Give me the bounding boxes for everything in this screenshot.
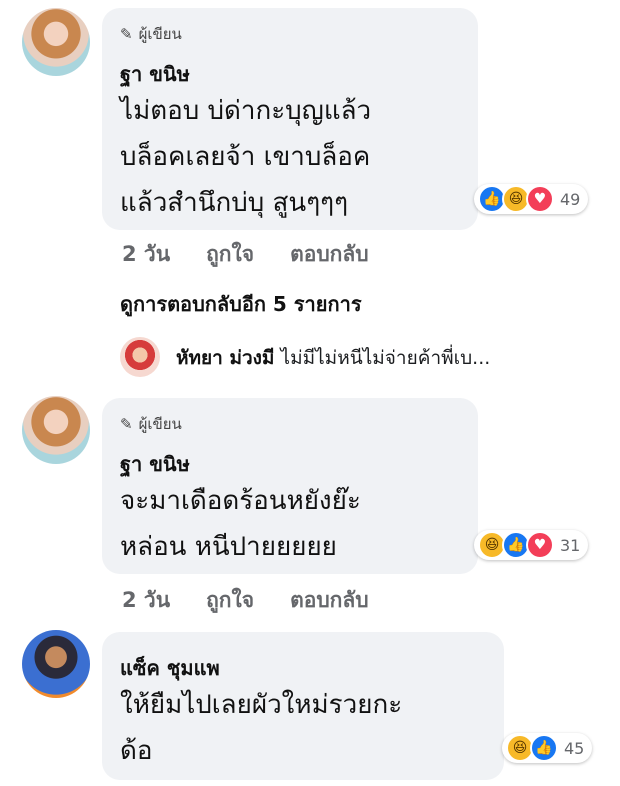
- comment-line: ไม่ตอบ บ่ด่ากะบุญแล้ว: [120, 96, 372, 126]
- comment-line: หล่อน หนีปายยยยย: [120, 532, 337, 562]
- comment-actions: 2 วัน ถูกใจ ตอบกลับ: [122, 238, 369, 271]
- comment-line: บล็อคเลยจ้า เขาบล็อค: [120, 142, 371, 172]
- view-more-replies[interactable]: ดูการตอบกลับอีก 5 รายการ: [120, 288, 362, 320]
- pencil-icon: ✎: [120, 25, 133, 43]
- comment-actions: 2 วัน ถูกใจ ตอบกลับ: [122, 584, 369, 617]
- comment-line: ให้ยืมไปเลยผัวใหม่รวยกะ: [120, 690, 403, 720]
- reply-preview[interactable]: หัทยา ม่วงมี ไม่มีไม่หนีไม่จ่ายค้าพี่เบ.…: [176, 343, 490, 373]
- like-button[interactable]: ถูกใจ: [206, 238, 254, 271]
- author-badge-label: ผู้เขียน: [138, 25, 182, 43]
- comment-line: ด้อ: [120, 736, 153, 766]
- comment-text: ไม่ตอบ บ่ด่ากะบุญแล้ว บล็อคเลยจ้า เขาบล็…: [120, 88, 371, 226]
- reply-button[interactable]: ตอบกลับ: [290, 238, 369, 271]
- reaction-summary[interactable]: 😆 👍 ♥ 31: [474, 530, 589, 560]
- pencil-icon: ✎: [120, 415, 133, 433]
- love-icon: ♥: [526, 185, 554, 213]
- comment-author[interactable]: แซ็ค ชุมแพ: [120, 652, 220, 684]
- comment-time[interactable]: 2 วัน: [122, 238, 170, 271]
- comment-author[interactable]: ฐา ขนิษ: [120, 448, 190, 480]
- comment-line: แล้วสำนึกบ่บุ สูนๆๆๆ: [120, 188, 349, 218]
- avatar[interactable]: [22, 8, 90, 76]
- comment-time[interactable]: 2 วัน: [122, 584, 170, 617]
- comment-author[interactable]: ฐา ขนิษ: [120, 58, 190, 90]
- comment-line: จะมาเดือดร้อนหยังย๊ะ: [120, 486, 361, 516]
- author-badge: ✎ ผู้เขียน: [120, 412, 182, 436]
- like-button[interactable]: ถูกใจ: [206, 584, 254, 617]
- comment-bubble: ✎ ผู้เขียน ฐา ขนิษ ไม่ตอบ บ่ด่ากะบุญแล้ว…: [102, 8, 478, 230]
- comment-text: จะมาเดือดร้อนหยังย๊ะ หล่อน หนีปายยยยย: [120, 478, 361, 570]
- avatar[interactable]: [22, 630, 90, 698]
- reaction-count: 45: [564, 738, 585, 758]
- author-badge: ✎ ผู้เขียน: [120, 22, 182, 46]
- reply-text: ไม่มีไม่หนีไม่จ่ายค้าพี่เบ...: [280, 347, 491, 369]
- reaction-count: 31: [560, 535, 581, 555]
- avatar[interactable]: [120, 337, 160, 377]
- like-icon: 👍: [530, 734, 558, 762]
- comment-bubble: แซ็ค ชุมแพ ให้ยืมไปเลยผัวใหม่รวยกะ ด้อ: [102, 632, 504, 780]
- love-icon: ♥: [526, 531, 554, 559]
- comment-bubble: ✎ ผู้เขียน ฐา ขนิษ จะมาเดือดร้อนหยังย๊ะ …: [102, 398, 478, 574]
- reaction-count: 49: [560, 189, 581, 209]
- reaction-summary[interactable]: 😆 👍 45: [502, 733, 593, 763]
- reply-button[interactable]: ตอบกลับ: [290, 584, 369, 617]
- avatar[interactable]: [22, 396, 90, 464]
- reaction-summary[interactable]: 👍 😆 ♥ 49: [474, 184, 589, 214]
- reply-author: หัทยา ม่วงมี: [176, 347, 275, 369]
- author-badge-label: ผู้เขียน: [138, 415, 182, 433]
- comment-text: ให้ยืมไปเลยผัวใหม่รวยกะ ด้อ: [120, 682, 402, 774]
